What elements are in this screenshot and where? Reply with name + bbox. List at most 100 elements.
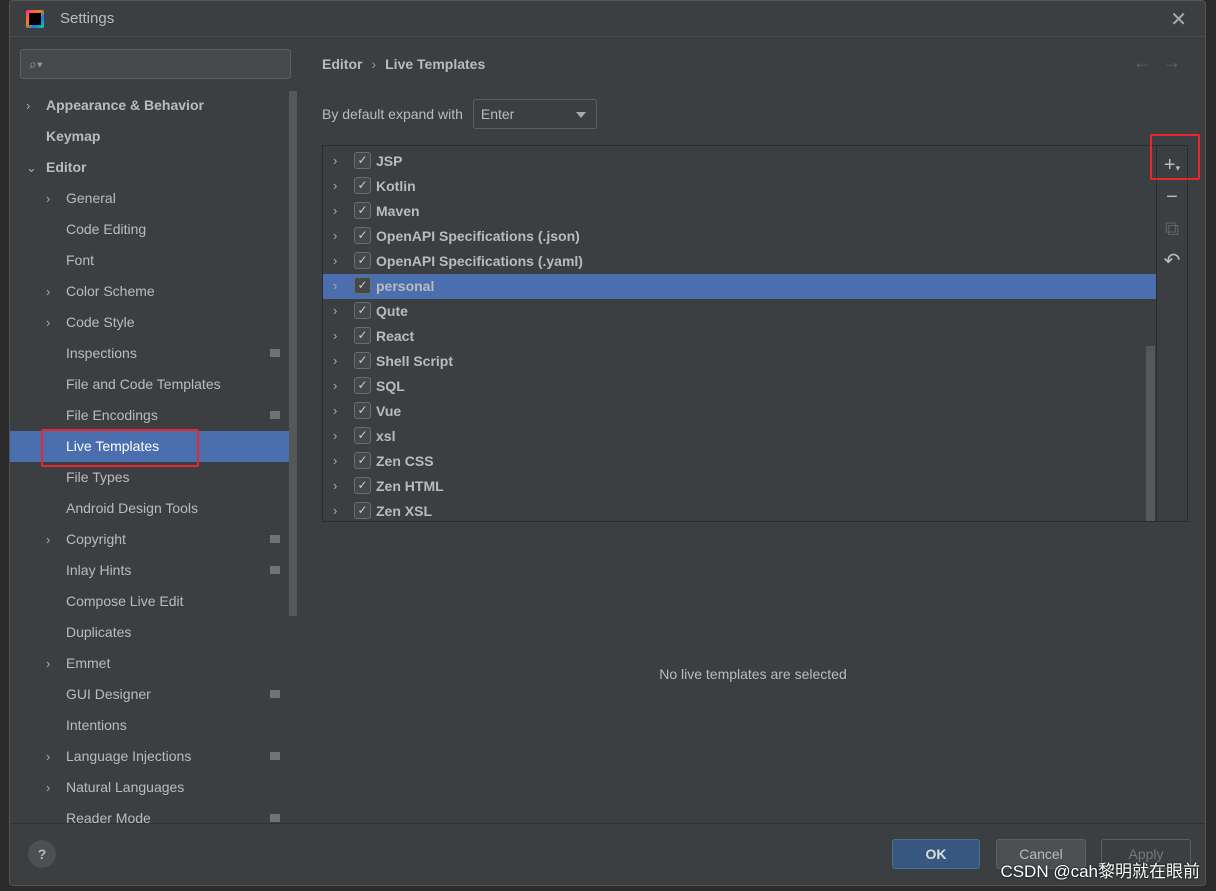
chevron-right-icon[interactable]: ›: [46, 183, 50, 214]
settings-dialog: Settings ✕ ⌕▾ › Appearance & Behavior Keym…: [9, 0, 1206, 886]
sidebar-item-code-editing[interactable]: Code Editing: [10, 214, 290, 245]
template-group-row[interactable]: › ✓ personal: [323, 274, 1157, 299]
sidebar-item-intentions[interactable]: Intentions: [10, 710, 290, 741]
chevron-right-icon[interactable]: ›: [46, 307, 50, 338]
settings-search-input[interactable]: ⌕▾: [20, 49, 291, 79]
forward-arrow-icon[interactable]: →: [1163, 52, 1193, 72]
chevron-right-icon[interactable]: ›: [333, 478, 337, 493]
chevron-right-icon[interactable]: ›: [333, 228, 337, 243]
template-group-row[interactable]: › ✓ React: [323, 324, 1157, 349]
group-checkbox[interactable]: ✓: [354, 202, 371, 219]
sidebar-item-inlay-hints[interactable]: Inlay Hints: [10, 555, 290, 586]
template-group-row[interactable]: › ✓ Maven: [323, 199, 1157, 224]
sidebar-item-editor[interactable]: ⌄ Editor: [10, 152, 290, 183]
sidebar-item-label: Duplicates: [66, 624, 132, 640]
chevron-right-icon[interactable]: ›: [333, 278, 337, 293]
group-checkbox[interactable]: ✓: [354, 177, 371, 194]
chevron-right-icon[interactable]: ›: [46, 648, 50, 679]
chevron-right-icon[interactable]: ›: [333, 428, 337, 443]
sidebar-item-appearance-behavior[interactable]: › Appearance & Behavior: [10, 90, 290, 121]
template-group-row[interactable]: › ✓ JSP: [323, 149, 1157, 174]
sidebar-item-keymap[interactable]: Keymap: [10, 121, 290, 152]
chevron-right-icon[interactable]: ›: [333, 153, 337, 168]
sidebar-item-file-and-code-templates[interactable]: File and Code Templates: [10, 369, 290, 400]
sidebar-item-natural-languages[interactable]: › Natural Languages: [10, 772, 290, 803]
sidebar-item-duplicates[interactable]: Duplicates: [10, 617, 290, 648]
group-label: Qute: [376, 303, 408, 319]
chevron-right-icon[interactable]: ›: [333, 328, 337, 343]
chevron-right-icon[interactable]: ›: [333, 503, 337, 518]
group-checkbox[interactable]: ✓: [354, 277, 371, 294]
chevron-right-icon[interactable]: ›: [46, 524, 50, 555]
template-group-row[interactable]: › ✓ Qute: [323, 299, 1157, 324]
chevron-down-icon[interactable]: ⌄: [26, 152, 37, 183]
template-group-row[interactable]: › ✓ Shell Script: [323, 349, 1157, 374]
template-group-row[interactable]: › ✓ xsl: [323, 424, 1157, 449]
chevron-right-icon[interactable]: ›: [333, 403, 337, 418]
ok-button[interactable]: OK: [892, 839, 980, 869]
close-icon[interactable]: ✕: [1170, 7, 1187, 32]
chevron-right-icon[interactable]: ›: [333, 253, 337, 268]
help-button[interactable]: ?: [28, 840, 56, 868]
template-group-row[interactable]: › ✓ Zen HTML: [323, 474, 1157, 499]
chevron-right-icon[interactable]: ›: [333, 203, 337, 218]
group-checkbox[interactable]: ✓: [354, 502, 371, 519]
sidebar-item-copyright[interactable]: › Copyright: [10, 524, 290, 555]
group-checkbox[interactable]: ✓: [354, 327, 371, 344]
group-checkbox[interactable]: ✓: [354, 152, 371, 169]
group-checkbox[interactable]: ✓: [354, 427, 371, 444]
group-label: Shell Script: [376, 353, 454, 369]
template-group-row[interactable]: › ✓ Zen CSS: [323, 449, 1157, 474]
template-group-row[interactable]: › ✓ OpenAPI Specifications (.yaml): [323, 249, 1157, 274]
template-group-row[interactable]: › ✓ Zen XSL: [323, 499, 1157, 521]
back-arrow-icon[interactable]: ←: [1133, 52, 1163, 72]
live-templates-panel: Editor › Live Templates ←→ By default expa…: [301, 38, 1205, 823]
sidebar-item-general[interactable]: › General: [10, 183, 290, 214]
sidebar-scrollbar[interactable]: [289, 91, 297, 616]
group-checkbox[interactable]: ✓: [354, 402, 371, 419]
chevron-right-icon[interactable]: ›: [333, 178, 337, 193]
group-checkbox[interactable]: ✓: [354, 227, 371, 244]
group-label: Zen XSL: [376, 503, 433, 519]
group-checkbox[interactable]: ✓: [354, 302, 371, 319]
breadcrumb-editor[interactable]: Editor: [322, 56, 362, 72]
sidebar-item-gui-designer[interactable]: GUI Designer: [10, 679, 290, 710]
project-level-icon: [270, 349, 280, 357]
empty-state-text: No live templates are selected: [659, 666, 847, 682]
group-checkbox[interactable]: ✓: [354, 452, 371, 469]
group-checkbox[interactable]: ✓: [354, 352, 371, 369]
group-checkbox[interactable]: ✓: [354, 377, 371, 394]
expand-with-label: By default expand with: [322, 106, 463, 122]
sidebar-item-inspections[interactable]: Inspections: [10, 338, 290, 369]
sidebar-item-compose-live-edit[interactable]: Compose Live Edit: [10, 586, 290, 617]
chevron-right-icon[interactable]: ›: [333, 453, 337, 468]
group-checkbox[interactable]: ✓: [354, 252, 371, 269]
chevron-right-icon[interactable]: ›: [46, 276, 50, 307]
chevron-right-icon[interactable]: ›: [333, 378, 337, 393]
sidebar-item-file-encodings[interactable]: File Encodings: [10, 400, 290, 431]
template-group-row[interactable]: › ✓ Kotlin: [323, 174, 1157, 199]
template-group-row[interactable]: › ✓ SQL: [323, 374, 1157, 399]
chevron-right-icon[interactable]: ›: [46, 741, 50, 772]
sidebar-item-language-injections[interactable]: › Language Injections: [10, 741, 290, 772]
sidebar-item-label: Font: [66, 252, 95, 268]
remove-icon[interactable]: −: [1157, 181, 1187, 213]
group-checkbox[interactable]: ✓: [354, 477, 371, 494]
sidebar-item-android-design-tools[interactable]: Android Design Tools: [10, 493, 290, 524]
template-group-row[interactable]: › ✓ Vue: [323, 399, 1157, 424]
expand-with-dropdown[interactable]: Enter: [472, 99, 597, 129]
chevron-right-icon[interactable]: ›: [333, 353, 337, 368]
chevron-right-icon[interactable]: ›: [46, 772, 50, 803]
sidebar-item-color-scheme[interactable]: › Color Scheme: [10, 276, 290, 307]
project-level-icon: [270, 814, 280, 822]
sidebar-item-emmet[interactable]: › Emmet: [10, 648, 290, 679]
chevron-right-icon[interactable]: ›: [26, 90, 30, 121]
template-group-row[interactable]: › ✓ OpenAPI Specifications (.json): [323, 224, 1157, 249]
sidebar-item-code-style[interactable]: › Code Style: [10, 307, 290, 338]
sidebar-item-font[interactable]: Font: [10, 245, 290, 276]
list-scrollbar[interactable]: [1146, 346, 1155, 521]
sidebar-item-label: Keymap: [46, 128, 101, 144]
search-icon: ⌕▾: [29, 56, 43, 72]
chevron-right-icon[interactable]: ›: [333, 303, 337, 318]
restore-icon[interactable]: ↶: [1157, 245, 1187, 277]
